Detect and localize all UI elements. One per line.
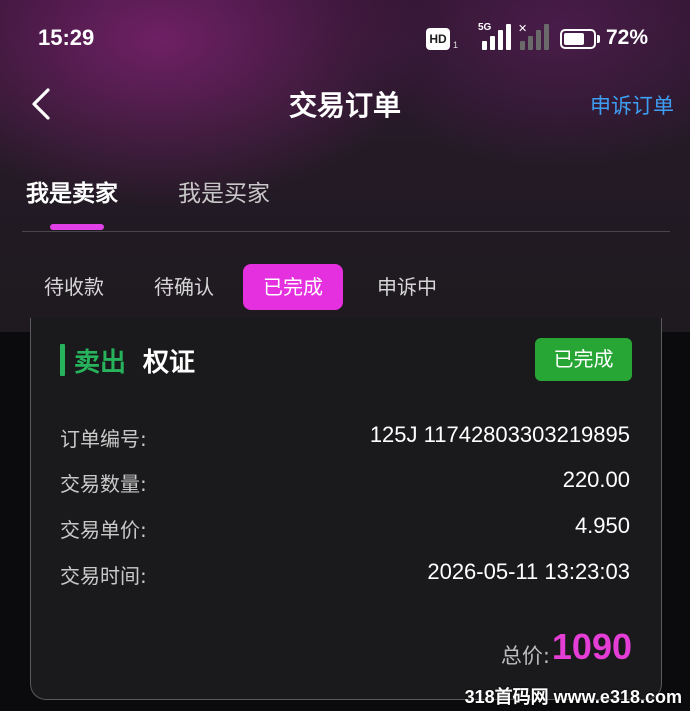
status-time: 15:29 bbox=[38, 25, 95, 50]
signal-strength-sim2-icon bbox=[518, 24, 552, 50]
tabs-divider bbox=[22, 231, 670, 232]
trade-time-value: 2026-05-11 13:23:03 bbox=[427, 559, 630, 584]
battery-tip bbox=[597, 35, 600, 43]
status-bar: 15:29 HD 1 5G ✕ 72% bbox=[0, 0, 690, 70]
order-asset: 权证 bbox=[143, 348, 196, 378]
tab-in-appeal[interactable]: 申诉中 bbox=[357, 264, 457, 310]
signal-strength-icon bbox=[480, 24, 514, 50]
trade-time-label: 交易时间: bbox=[60, 564, 147, 588]
order-number-value: 125J 11742803303219895 bbox=[369, 422, 630, 447]
chevron-left-icon bbox=[32, 88, 50, 120]
tab-seller[interactable]: 我是卖家 bbox=[26, 174, 118, 208]
tab-pending-payment[interactable]: 待收款 bbox=[24, 264, 124, 310]
order-side: 卖出 bbox=[74, 348, 127, 378]
order-number-label: 订单编号: bbox=[60, 427, 147, 451]
battery-percent: 72% bbox=[606, 26, 649, 49]
hd-voice-icon: HD bbox=[426, 28, 450, 50]
back-button[interactable] bbox=[26, 84, 66, 124]
total-price-label: 总价: bbox=[500, 644, 550, 668]
quantity-value: 220.00 bbox=[562, 467, 630, 492]
unit-price-value: 4.950 bbox=[574, 513, 630, 538]
status-badge: 已完成 bbox=[535, 338, 632, 381]
quantity-label: 交易数量: bbox=[60, 472, 147, 496]
active-tab-indicator bbox=[50, 224, 104, 230]
total-price-value: 1090 bbox=[551, 626, 632, 667]
hd-sim-index: 1 bbox=[453, 40, 459, 50]
unit-price-label: 交易单价: bbox=[60, 518, 147, 542]
tab-pending-confirm[interactable]: 待确认 bbox=[134, 264, 234, 310]
tab-completed[interactable]: 已完成 bbox=[243, 264, 343, 310]
tab-buyer[interactable]: 我是买家 bbox=[178, 174, 270, 208]
appeal-orders-link[interactable]: 申诉订单 bbox=[590, 90, 674, 120]
site-watermark: 318首码网 www.e318.com bbox=[464, 687, 682, 707]
side-indicator-bar bbox=[60, 344, 65, 376]
battery-icon bbox=[560, 29, 596, 49]
